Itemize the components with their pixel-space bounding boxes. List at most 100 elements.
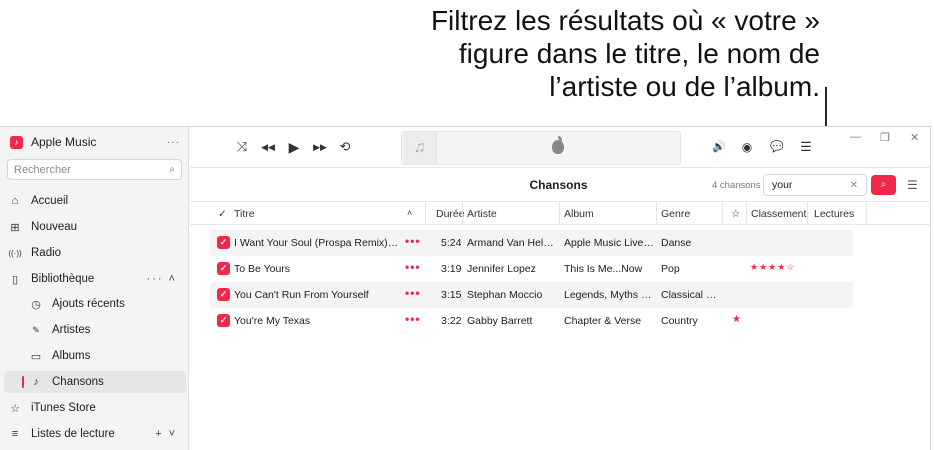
table-row[interactable]: ✓ To Be Yours ••• 3:19 Jennifer Lopez Th… [210,256,853,282]
column-divider [462,202,463,225]
home-icon: ⌂ [11,195,19,207]
row-checkbox[interactable]: ✓ [217,288,230,301]
favorite-star-icon[interactable]: ★ [732,314,741,325]
column-duration[interactable]: Durée [436,208,465,220]
volume-icon[interactable]: 🔊 [710,139,728,155]
apple-music-icon: ♪ [10,135,23,149]
sidebar-item-ajouts-recents[interactable]: ◷ Ajouts récents [0,293,189,315]
row-checkbox[interactable]: ✓ [217,314,230,327]
sidebar-item-label: Accueil [31,195,69,207]
song-title: I Want Your Soul (Prospa Remix) [Mixe... [234,237,399,249]
column-divider [746,202,747,225]
sidebar-item-chansons[interactable]: ♪ Chansons [4,371,186,393]
column-artist[interactable]: Artiste [467,208,497,220]
sidebar-item-albums[interactable]: ▭ Albums [0,345,189,367]
sidebar-search-input[interactable]: Rechercher ⌕ [7,159,182,180]
song-artist: Gabby Barrett [467,315,533,327]
column-divider [559,202,560,225]
column-divider [656,202,657,225]
sidebar-item-label: Ajouts récents [52,298,125,310]
next-icon[interactable]: ▶▶ [308,139,332,155]
column-favorite[interactable]: ☆ [731,208,740,220]
table-header: ✓ Titre ˄ Durée Artiste Album Genre ☆ Cl… [190,201,930,225]
column-divider [722,202,723,225]
artwork-placeholder-icon: ♫ [403,132,437,164]
songs-table: ✓ Titre ˄ Durée Artiste Album Genre ☆ Cl… [190,201,930,450]
grid-icon: ⊞ [10,221,20,234]
shuffle-icon[interactable]: ⤨ [233,139,251,155]
repeat-icon[interactable]: ⟲ [336,139,354,155]
table-row[interactable]: ✓ You're My Texas ••• 3:22 Gabby Barrett… [210,308,853,334]
lyrics-icon[interactable]: 💬 [768,139,786,155]
column-plays[interactable]: Lectures [814,208,854,220]
song-duration: 5:24 [441,237,462,249]
minimize-window-button[interactable]: — [850,131,861,143]
sidebar-item-accueil[interactable]: ⌂ Accueil [0,190,189,212]
column-divider [807,202,808,225]
column-check[interactable]: ✓ [218,208,227,220]
library-options-button[interactable]: ··· ˄ [147,273,177,285]
app-more-button[interactable]: ··· [167,137,180,148]
search-placeholder: Rechercher [14,163,71,176]
previous-icon[interactable]: ◀◀ [256,139,280,155]
row-more-button[interactable]: ••• [405,286,421,300]
play-icon[interactable]: ▶ [285,139,303,155]
sidebar-item-label: Chansons [52,376,104,388]
sidebar-item-nouveau[interactable]: ⊞ Nouveau [0,216,189,238]
sidebar-item-listes-de-lecture[interactable]: ≡ Listes de lecture + ˅ [0,423,189,445]
column-genre[interactable]: Genre [661,208,690,220]
player-toolbar: ⤨ ◀◀ ▶ ▶▶ ⟲ ♫ 🔊 ◉ 💬 ☰ — ❐ ✕ [190,127,930,167]
library-icon: ▯ [11,273,19,286]
row-checkbox[interactable]: ✓ [217,262,230,275]
restore-window-button[interactable]: ❐ [880,131,890,144]
sort-ascending-icon[interactable]: ˄ [407,208,412,218]
radio-icon: ((·)) [8,248,22,258]
sidebar-item-label: Albums [52,350,91,362]
sidebar-item-radio[interactable]: ((·)) Radio [0,242,189,264]
rating-stars[interactable]: ★★★★☆ [750,262,795,273]
table-row[interactable]: ✓ You Can't Run From Yourself ••• 3:15 S… [210,282,853,308]
sidebar-item-label: Artistes [52,324,91,336]
filter-search-button[interactable]: ⌕ [871,175,896,195]
filter-value: your [772,179,793,191]
airplay-icon[interactable]: ◉ [738,139,756,155]
row-checkbox[interactable]: ✓ [217,236,230,249]
song-album: Chapter & Verse [564,315,642,327]
filter-input[interactable]: your ✕ [763,174,867,196]
column-rating[interactable]: Classement [751,208,806,220]
sidebar-item-label: Bibliothèque [31,273,95,285]
clock-icon: ◷ [31,298,41,311]
table-row[interactable]: ✓ I Want Your Soul (Prospa Remix) [Mixe.… [210,230,853,256]
row-more-button[interactable]: ••• [405,312,421,326]
sidebar-item-label: Listes de lecture [31,428,115,440]
playlist-icon: ≡ [11,428,19,440]
song-title: To Be Yours [234,263,291,275]
clear-filter-icon[interactable]: ✕ [850,180,858,191]
queue-icon[interactable]: ☰ [797,139,815,155]
app-title: Apple Music [31,135,97,149]
now-playing-display: ♫ [401,131,681,165]
sidebar-item-itunes-store[interactable]: ☆ iTunes Store [0,397,189,419]
microphone-icon: ✎ [32,324,40,335]
song-genre: Pop [661,263,680,275]
song-album: This Is Me...Now [564,263,643,275]
row-more-button[interactable]: ••• [405,260,421,274]
column-album[interactable]: Album [564,208,594,220]
close-window-button[interactable]: ✕ [910,131,919,144]
star-icon: ☆ [10,402,20,415]
row-more-button[interactable]: ••• [405,234,421,248]
playlist-add-button[interactable]: + ˅ [155,428,177,440]
app-header: ♪ Apple Music ··· [10,133,180,151]
sidebar-item-bibliotheque[interactable]: ▯ Bibliothèque ··· ˄ [0,268,189,290]
song-artist: Armand Van Helden [467,237,559,249]
sidebar: ♪ Apple Music ··· Rechercher ⌕ ⌂ Accueil… [0,127,189,450]
apple-logo-icon [552,140,564,154]
callout-text: Filtrez les résultats où « votre » figur… [431,4,820,103]
callout-line-1: Filtrez les résultats où « votre » [430,5,820,36]
sidebar-item-label: Nouveau [31,221,78,233]
sidebar-item-artistes[interactable]: ✎ Artistes [0,319,189,341]
column-title[interactable]: Titre [234,208,255,220]
music-note-icon: ♪ [33,376,39,388]
view-options-icon[interactable]: ☰ [907,178,918,192]
song-duration: 3:15 [441,289,462,301]
